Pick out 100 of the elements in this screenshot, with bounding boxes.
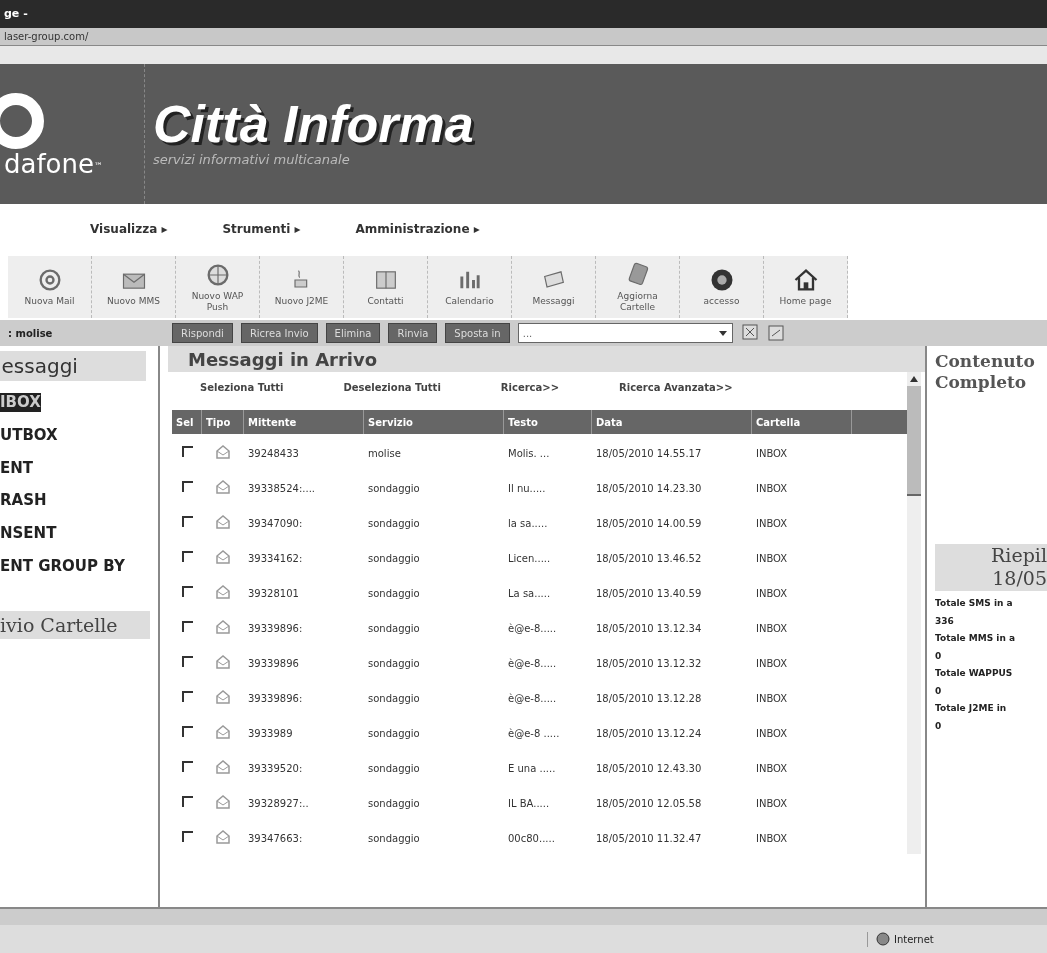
toolbar-link[interactable]: Ricerca Avanzata>> [619,379,733,395]
envelope-icon [215,758,231,775]
folder-item[interactable]: RASH [0,491,47,510]
toolbar-button[interactable]: Nuovo J2ME [260,256,344,318]
table-cell: è@e-8..... [508,692,557,704]
total-value: 0 [935,719,943,733]
table-cell: sondaggio [368,552,420,564]
table-cell: 39339896 [248,657,299,669]
dropdown-arrow-icon [717,328,728,338]
toolbar-button[interactable]: Aggiorna Cartelle [596,256,680,318]
menu-item[interactable]: Amministrazione ▸ [355,220,480,238]
table-cell: INBOX [756,517,788,529]
folder-item[interactable]: NSENT [0,524,57,543]
table-cell: 18/05/2010 12.43.30 [596,762,702,774]
table-cell: INBOX [756,832,788,844]
move-icon[interactable] [740,323,759,343]
folder-item[interactable]: ENT [0,458,34,478]
scrollbar[interactable] [907,372,921,854]
folder-select[interactable]: ... [517,323,733,343]
row-checkbox[interactable] [181,726,193,737]
table-cell: INBOX [756,692,788,704]
toolbar-button[interactable]: Messaggi [512,256,596,318]
menu-item[interactable]: Strumenti ▸ [222,220,301,238]
table-cell: 39339520: [248,762,303,774]
row-checkbox[interactable] [181,481,193,492]
sidebar-title: lessaggi [0,351,146,381]
table-cell: 18/05/2010 14.55.17 [596,447,702,459]
row-checkbox[interactable] [181,551,193,562]
toolbar-button[interactable]: Nuova Mail [8,256,92,318]
column-header[interactable]: Mittente [244,410,364,434]
row-checkbox[interactable] [181,446,193,457]
action-button[interactable]: Rispondi [172,323,233,343]
column-header[interactable]: Sel [172,410,202,434]
column-header[interactable]: Data [592,410,752,434]
toolbar-button[interactable]: accesso [680,256,764,318]
folder-item[interactable]: UTBOX [0,425,58,445]
table-cell: 18/05/2010 12.05.58 [596,797,702,809]
envelope-icon [215,443,231,460]
table-cell: INBOX [756,797,788,809]
panel-header: Messaggi in Arrivo [168,346,925,372]
table-cell: sondaggio [368,587,420,599]
total-label: Totale MMS in a [935,632,1017,645]
row-checkbox[interactable] [181,586,193,597]
table-cell: 18/05/2010 13.40.59 [596,587,702,599]
table-cell: 18/05/2010 13.12.24 [596,727,702,739]
table-cell: sondaggio [368,482,420,494]
toolbar-button[interactable]: Nuovo WAP Push [176,256,260,318]
table-cell: 18/05/2010 14.23.30 [596,482,702,494]
toolbar-link[interactable]: Deseleziona Tutti [343,379,441,395]
envelope-icon [215,583,231,600]
window-title: ge - [4,5,28,22]
folder-item[interactable]: IBOX [0,393,41,412]
toolbar-link[interactable]: Ricerca>> [500,379,560,395]
table-cell: sondaggio [368,692,420,704]
action-button[interactable]: Ricrea Invio [240,323,318,343]
folder-item[interactable]: ENT GROUP BY [0,556,125,576]
menu-item[interactable]: Visualizza ▸ [90,220,168,238]
table-cell: 18/05/2010 13.12.34 [596,622,702,634]
horizontal-scrollbar[interactable] [0,907,1047,925]
site-title: Città Informa [153,98,474,151]
address-bar[interactable]: laser-group.com/ [0,28,1047,46]
zone-label: Internet [894,932,934,947]
section-title: ivio Cartelle [0,610,150,639]
table-cell: Licen..... [508,552,551,564]
panel-title: Completo [935,372,1028,394]
row-checkbox[interactable] [181,831,193,842]
table-cell: 39347090: [248,517,303,529]
toolbar-button[interactable]: Calendario [428,256,512,318]
envelope-icon [215,548,231,565]
action-button[interactable]: Rinvia [388,323,438,343]
export-icon[interactable] [766,324,785,342]
row-checkbox[interactable] [181,796,193,807]
column-header[interactable]: Cartella [752,410,852,434]
column-header[interactable]: Tipo [202,410,244,434]
toolbar-button[interactable]: Nuovo MMS [92,256,176,318]
globe-icon [876,932,890,946]
row-checkbox[interactable] [181,516,193,527]
row-checkbox[interactable] [181,691,193,702]
table-cell: molise [368,447,401,459]
toolbar-link[interactable]: Seleziona Tutti [200,379,284,395]
action-button[interactable]: Elimina [325,323,381,343]
table-cell: Molis. ... [508,447,550,459]
column-header[interactable]: Testo [504,410,592,434]
table-cell: sondaggio [368,832,420,844]
panel-title: Contenuto [935,351,1036,373]
action-button[interactable]: Sposta in [445,323,510,343]
scroll-thumb[interactable] [907,386,921,496]
table-cell: 39334162: [248,552,303,564]
summary-header: Riepil 18/05 [935,543,1047,591]
envelope-icon [215,723,231,740]
toolbar-button[interactable]: Contatti [344,256,428,318]
column-header[interactable]: Servizio [364,410,504,434]
table-cell: 18/05/2010 13.12.32 [596,657,702,669]
row-checkbox[interactable] [181,656,193,667]
table-cell: INBOX [756,762,788,774]
toolbar-button[interactable]: Home page [764,256,848,318]
row-checkbox[interactable] [181,621,193,632]
envelope-icon [215,513,231,530]
envelope-icon [215,793,231,810]
row-checkbox[interactable] [181,761,193,772]
